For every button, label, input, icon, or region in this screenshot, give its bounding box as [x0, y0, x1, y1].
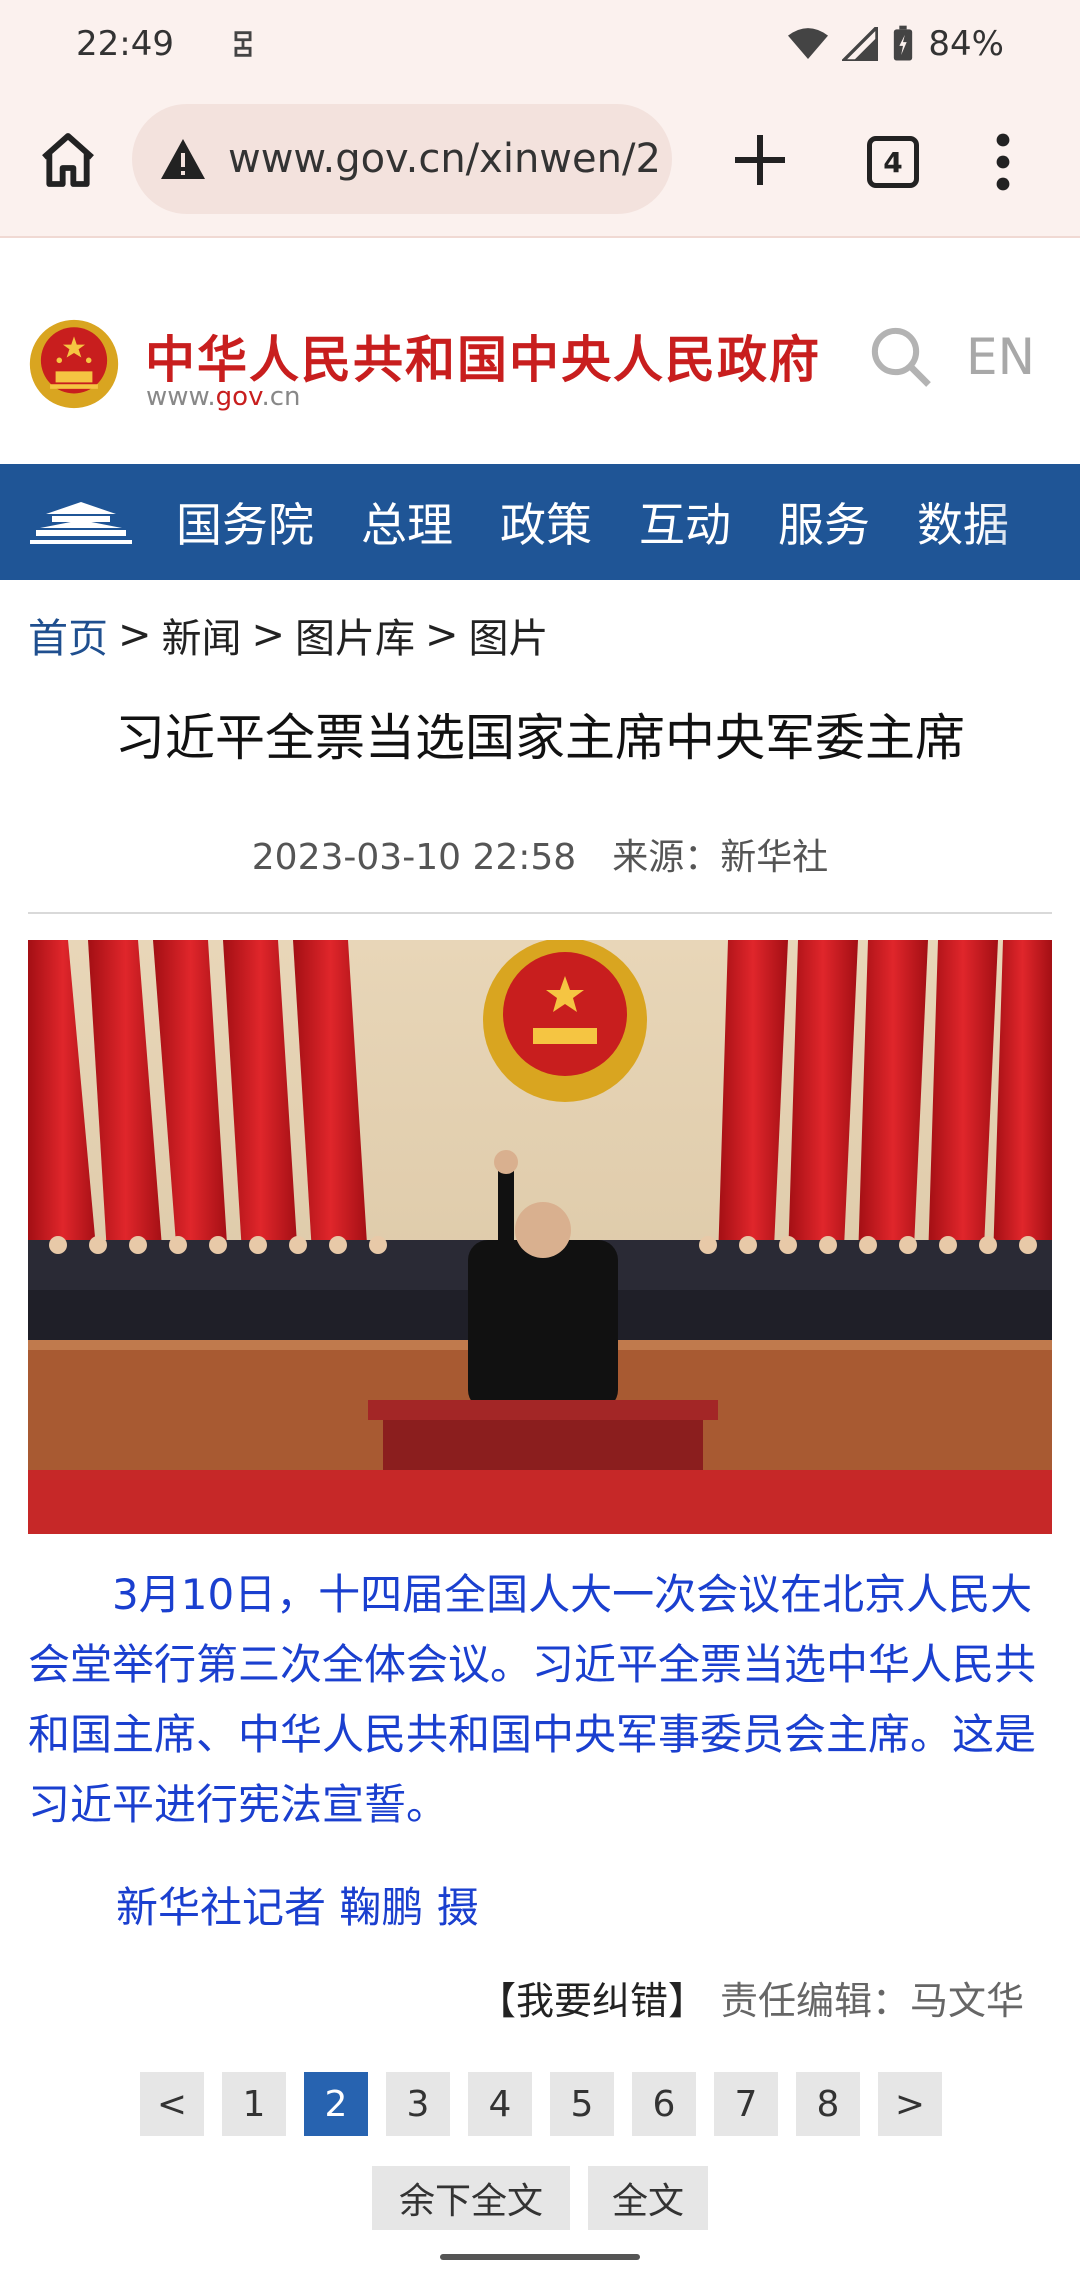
url-text[interactable]: www.gov.cn/xinwen/2 — [228, 136, 668, 182]
signal-icon — [842, 27, 879, 61]
breadcrumb-news[interactable]: 新闻 — [162, 606, 242, 664]
breadcrumb-photos[interactable]: 图片 — [469, 606, 549, 664]
prev-page-button[interactable]: < — [140, 2072, 204, 2136]
warning-icon[interactable] — [158, 137, 208, 181]
editor-line: 【我要纠错】 责任编辑：马文华 — [478, 1970, 1024, 2025]
page-button-7[interactable]: 7 — [714, 2072, 778, 2136]
plus-icon[interactable] — [730, 130, 790, 190]
breadcrumb-separator: > — [425, 612, 459, 658]
breadcrumb-separator: > — [251, 612, 286, 658]
breadcrumb: 首页 > 新闻 > 图片库 > 图片 — [28, 606, 549, 664]
domain-highlight: gov — [215, 382, 262, 412]
home-icon[interactable] — [36, 128, 100, 192]
site-domain: www.gov.cn — [146, 382, 301, 412]
tab-switcher-button[interactable]: 4 — [867, 136, 919, 188]
article-body: 3月10日，十四届全国人大一次会议在北京人民大会堂举行第三次全体会议。习近平全票… — [28, 1570, 1037, 1829]
english-link[interactable]: EN — [966, 328, 1035, 386]
status-icons: 84% — [788, 24, 1004, 64]
status-time: 22:49 — [76, 24, 174, 64]
national-emblem-logo[interactable] — [28, 316, 120, 412]
breadcrumb-home[interactable]: 首页 — [28, 606, 108, 664]
nav-item-policy[interactable]: 政策 — [500, 489, 592, 555]
editor-label: 责任编辑： — [719, 1979, 910, 2023]
nav-items: 国务院 总理 政策 互动 服务 数据 — [176, 489, 1056, 555]
read-full-button[interactable]: 全文 — [588, 2166, 708, 2230]
nav-item-premier[interactable]: 总理 — [361, 489, 453, 555]
main-nav: 国务院 总理 政策 互动 服务 数据 — [0, 464, 1080, 580]
nav-item-state-council[interactable]: 国务院 — [176, 489, 314, 555]
battery-icon — [894, 25, 913, 61]
tiananmen-icon[interactable] — [26, 492, 136, 552]
divider — [28, 912, 1052, 914]
search-icon[interactable] — [868, 324, 934, 390]
read-remaining-button[interactable]: 余下全文 — [372, 2166, 570, 2230]
sync-icon — [234, 31, 252, 57]
page-button-1[interactable]: 1 — [222, 2072, 286, 2136]
tab-count: 4 — [883, 145, 903, 179]
page-button-6[interactable]: 6 — [632, 2072, 696, 2136]
status-bar: 22:49 84% — [0, 0, 1080, 88]
nav-item-interaction[interactable]: 互动 — [639, 489, 731, 555]
article-date: 2023-03-10 22:58 — [251, 837, 577, 878]
address-bar[interactable]: www.gov.cn/xinwen/2 — [132, 104, 672, 214]
breadcrumb-photo-library[interactable]: 图片库 — [295, 606, 415, 664]
browser-toolbar: www.gov.cn/xinwen/2 4 — [0, 88, 1080, 238]
more-vert-icon[interactable] — [985, 132, 1021, 192]
domain-prefix: www. — [146, 382, 216, 412]
battery-percent: 84% — [928, 24, 1004, 64]
domain-suffix: .cn — [261, 382, 301, 412]
gesture-handle[interactable] — [440, 2254, 640, 2260]
breadcrumb-separator: > — [118, 612, 152, 658]
nav-scroll-fade — [980, 464, 1080, 580]
page-button-3[interactable]: 3 — [386, 2072, 450, 2136]
page-button-4[interactable]: 4 — [468, 2072, 532, 2136]
nav-item-services[interactable]: 服务 — [778, 489, 870, 555]
pagination: < 1 2 3 4 5 6 7 8 > — [140, 2072, 942, 2136]
site-header: 中华人民共和国中央人民政府 www.gov.cn EN — [0, 240, 1080, 464]
editor-name: 马文华 — [909, 1979, 1024, 2023]
article-photo[interactable] — [28, 940, 1052, 1534]
ceremony-photo — [28, 940, 1052, 1534]
report-error-link[interactable]: 【我要纠错】 — [478, 1979, 706, 2023]
article-meta: 2023-03-10 22:58 来源：新华社 — [0, 828, 1080, 880]
page-button-2-current[interactable]: 2 — [304, 2072, 368, 2136]
wifi-icon — [788, 28, 829, 59]
article-source: 新华社 — [720, 837, 829, 878]
source-label: 来源： — [612, 837, 721, 878]
photo-credit: 新华社记者 鞠鹏 摄 — [116, 1883, 479, 1932]
article-title: 习近平全票当选国家主席中央军委主席 — [115, 709, 965, 767]
next-page-button[interactable]: > — [878, 2072, 942, 2136]
page-button-8[interactable]: 8 — [796, 2072, 860, 2136]
page-button-5[interactable]: 5 — [550, 2072, 614, 2136]
